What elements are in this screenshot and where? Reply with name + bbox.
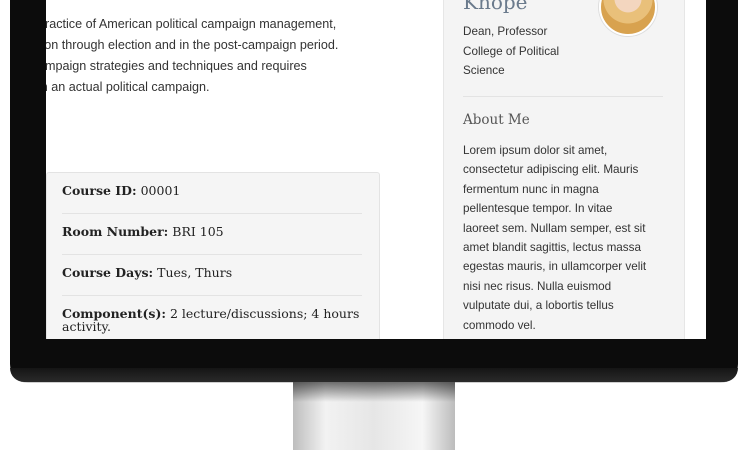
room-number-label: Room Number: — [62, 224, 169, 239]
course-days-value: Tues, Thurs — [157, 265, 233, 280]
components-row: Component(s): 2 lecture/discussions; 4 h… — [62, 307, 362, 339]
bio-line: pellentesque tempor. In vitae — [463, 202, 613, 216]
bio-line: consectetur adipiscing elit. Mauris — [463, 163, 639, 177]
description-line: in an actual political campaign. — [46, 80, 210, 94]
profile-title-line: Science — [463, 64, 505, 77]
course-id-label: Course ID: — [62, 183, 137, 198]
components-value-continued: activity. — [62, 319, 111, 334]
profile-sidebar: Knope Dean, Professor College of Politic… — [443, 0, 685, 339]
bio-line: egestas mauris, in ullamcorper velit — [463, 260, 647, 274]
bio-line: laoreet sem. Nullam semper, est sit — [463, 221, 646, 235]
bio-line: amet blandit sagittis, lectus massa — [463, 241, 641, 255]
about-heading: About Me — [463, 112, 530, 128]
bio-line: vulputate dui, a lobortis tellus — [463, 299, 614, 313]
monitor-bottom-edge — [10, 368, 738, 382]
profile-title-line: Dean, Professor — [463, 25, 548, 38]
course-id-value: 00001 — [140, 183, 181, 198]
profile-name: Knope — [463, 0, 528, 14]
divider — [463, 96, 663, 97]
course-details-box: Course ID: 00001 Room Number: BRI 105 Co… — [46, 172, 380, 339]
bio-line: Lorem ipsum dolor sit amet, — [463, 144, 608, 157]
bio-line: nisi nec risus. Nulla euismod — [463, 279, 612, 293]
course-days-row: Course Days: Tues, Thurs — [62, 266, 362, 296]
screen: practice of American political campaign … — [46, 0, 706, 339]
components-value: 2 lecture/discussions; 4 hours — [169, 306, 360, 321]
room-number-value: BRI 105 — [172, 224, 224, 239]
description-line: practice of American political campaign … — [46, 17, 337, 31]
course-description: practice of American political campaign … — [46, 14, 418, 98]
room-number-row: Room Number: BRI 105 — [62, 225, 362, 255]
course-days-label: Course Days: — [62, 265, 154, 280]
monitor-stand-shadow — [293, 382, 455, 402]
course-id-row: Course ID: 00001 — [62, 184, 362, 214]
bio-line: fermentum nunc in magna — [463, 182, 599, 196]
profile-title-line: College of Political — [463, 44, 560, 58]
avatar — [599, 0, 657, 36]
bio-line: commodo vel. — [463, 318, 536, 332]
profile-title: Dean, Professor College of Political Sci… — [463, 22, 559, 81]
description-line: tion through election and in the post-ca… — [46, 38, 339, 52]
description-line: ampaign strategies and techniques and re… — [46, 59, 307, 73]
about-text: Lorem ipsum dolor sit amet, consectetur … — [463, 141, 668, 335]
